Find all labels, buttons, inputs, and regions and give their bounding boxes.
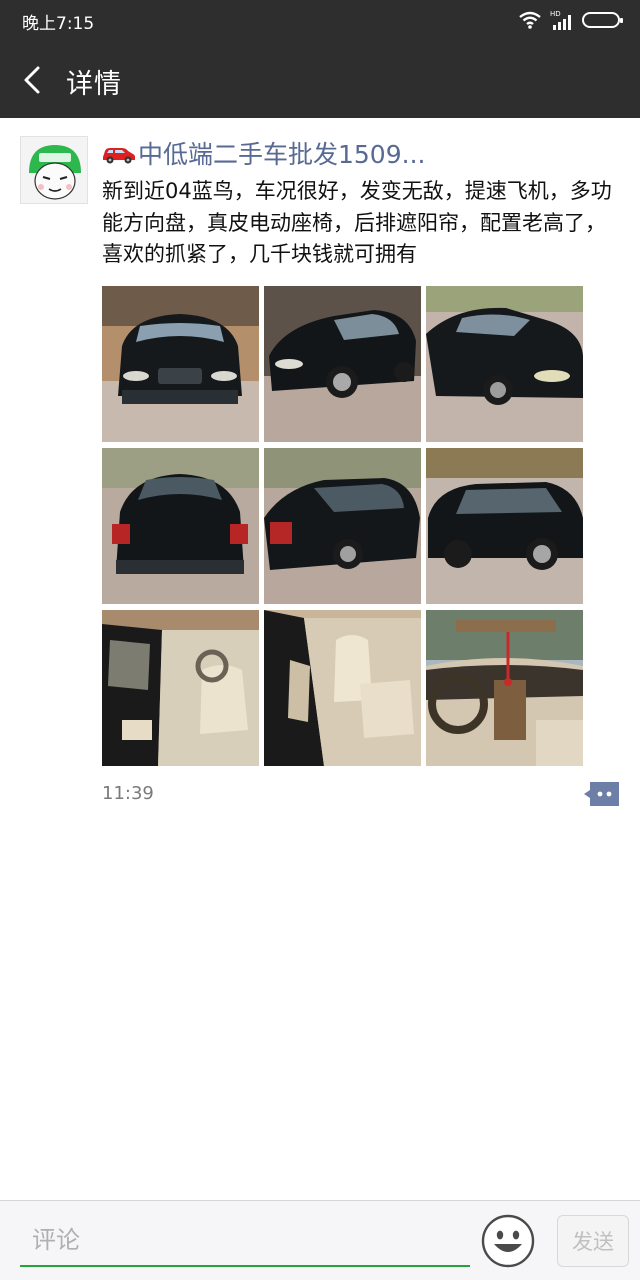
smiley-emoji-icon xyxy=(481,1214,535,1268)
photo-car-side[interactable] xyxy=(426,448,583,604)
photo-grid xyxy=(102,286,586,766)
red-car-emoji-icon xyxy=(103,148,135,164)
status-time: 晚上7:15 xyxy=(22,14,95,34)
status-bar: 晚上7:15 HD xyxy=(0,0,640,40)
top-nav-bar: 详情 xyxy=(0,40,640,118)
signal-icon: HD xyxy=(550,9,574,31)
back-arrow-icon xyxy=(24,66,40,94)
photo-interior-seats[interactable] xyxy=(264,610,421,766)
comment-input[interactable] xyxy=(20,1215,470,1267)
emoji-button[interactable] xyxy=(481,1214,535,1268)
author-name-text: 中低端二手车批发1509... xyxy=(138,140,426,169)
photo-interior-dashboard[interactable] xyxy=(426,610,583,766)
author-name[interactable]: 中低端二手车批发1509... xyxy=(100,136,620,170)
comment-bubble-icon[interactable] xyxy=(584,781,620,807)
photo-car-front-right[interactable] xyxy=(426,286,583,442)
photo-car-rear[interactable] xyxy=(102,448,259,604)
wifi-icon xyxy=(518,10,542,30)
photo-car-front-left[interactable] xyxy=(264,286,421,442)
back-button[interactable] xyxy=(14,60,54,100)
comment-bar: 发送 xyxy=(0,1200,640,1280)
send-button[interactable]: 发送 xyxy=(557,1215,629,1267)
battery-icon xyxy=(582,12,623,28)
post-time: 11:39 xyxy=(102,783,154,804)
network-label: HD xyxy=(550,10,561,18)
post-text: 新到近04蓝鸟，车况很好，发变无敌，提速飞机，多功能方向盘，真皮电动座椅，后排遮… xyxy=(102,179,612,266)
photo-car-rear-left[interactable] xyxy=(264,448,421,604)
cartoon-face-avatar-icon xyxy=(21,137,87,203)
avatar[interactable] xyxy=(20,136,88,204)
photo-car-front[interactable] xyxy=(102,286,259,442)
page-title: 详情 xyxy=(66,69,122,100)
photo-interior-front-door[interactable] xyxy=(102,610,259,766)
